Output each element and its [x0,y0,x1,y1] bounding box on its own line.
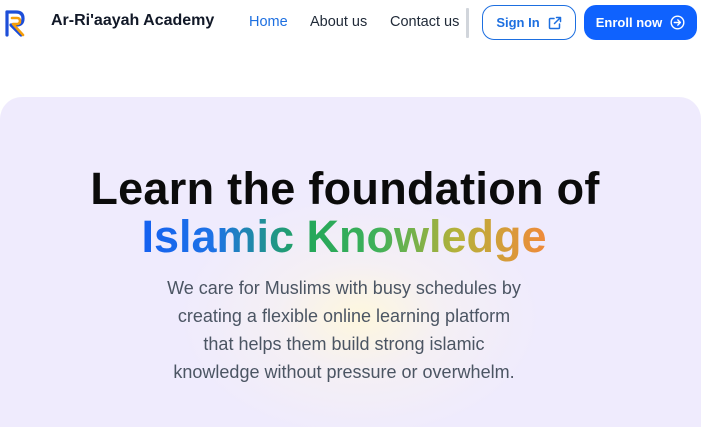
hero-subtitle: We care for Muslims with busy schedules … [0,274,688,386]
nav-link-home[interactable]: Home [249,14,288,30]
enroll-now-label: Enroll now [595,15,663,30]
hero-section: Learn the foundation of Islamic Knowledg… [0,97,701,427]
external-link-icon [548,16,561,29]
hero-subtitle-line: knowledge without pressure or overwhelm. [173,362,515,382]
hero-subtitle-line: creating a flexible online learning plat… [177,306,511,326]
sign-in-label: Sign In [496,15,540,30]
nav-divider [466,8,469,38]
hero-title-highlight: Islamic Knowledge [141,211,547,262]
hero-subtitle-line: We care for Muslims with busy schedules … [167,278,521,298]
brand-name[interactable]: Ar-Ri'aayah Academy [51,12,214,30]
top-navbar: Ar-Ri'aayah Academy Home About us Contac… [0,0,723,46]
brand-logo-icon[interactable] [4,8,30,38]
nav-link-about-us[interactable]: About us [310,14,367,30]
enroll-now-button[interactable]: Enroll now [584,5,697,40]
hero-title-line-1: Learn the foundation of [90,163,600,214]
hero-subtitle-line: that helps them build strong islamic [203,334,485,354]
sign-in-button[interactable]: Sign In [482,5,576,40]
arrow-circle-right-icon [670,15,685,30]
nav-link-contact-us[interactable]: Contact us [390,14,459,30]
hero-title-line-2: Islamic Knowledge [0,210,688,264]
